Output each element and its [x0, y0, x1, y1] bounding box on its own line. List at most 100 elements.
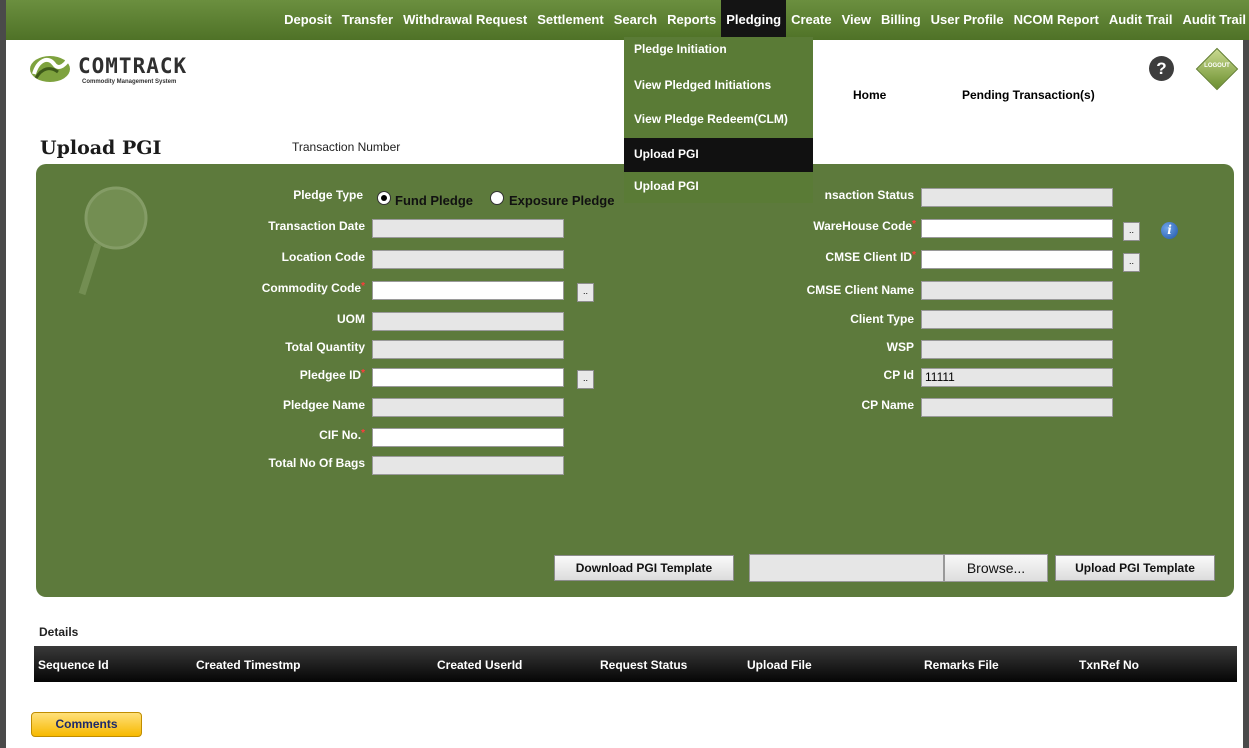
nav-item-view[interactable]: View — [837, 0, 876, 40]
transaction-date-field — [372, 219, 564, 238]
column-created-timestamp[interactable]: Created Timestmp — [196, 658, 300, 672]
logo-swirl-icon — [30, 56, 70, 82]
nav-item-audit-trail-2[interactable]: Audit Trail — [1177, 0, 1249, 40]
top-nav: Deposit Transfer Withdrawal Request Sett… — [6, 0, 1249, 40]
cmse-client-id-input[interactable] — [921, 250, 1113, 269]
nav-item-billing[interactable]: Billing — [876, 0, 926, 40]
cp-id-label: CP Id — [883, 368, 914, 382]
commodity-code-lookup-button[interactable]: .. — [577, 283, 594, 302]
nav-item-reports[interactable]: Reports — [662, 0, 721, 40]
browse-button[interactable]: Browse... — [944, 554, 1048, 582]
wsp-label: WSP — [886, 340, 914, 354]
total-quantity-label: Total Quantity — [285, 340, 365, 354]
pledgee-name-field — [372, 398, 564, 417]
uom-field — [372, 312, 564, 331]
comments-button[interactable]: Comments — [31, 712, 142, 737]
location-code-label: Location Code — [281, 250, 365, 264]
column-remarks-file[interactable]: Remarks File — [924, 658, 999, 672]
cmse-client-id-label: CMSE Client ID* — [706, 250, 916, 264]
comtrack-logo: COMTRACK Commodity Management System — [28, 50, 248, 90]
top-nav-items: Deposit Transfer Withdrawal Request Sett… — [279, 0, 1249, 40]
transaction-date-label: Transaction Date — [268, 219, 365, 233]
column-sequence-id[interactable]: Sequence Id — [38, 658, 109, 672]
download-pgi-template-button[interactable]: Download PGI Template — [554, 555, 734, 581]
cmse-client-name-label: CMSE Client Name — [806, 283, 914, 297]
cif-no-label: CIF No.* — [206, 428, 365, 442]
nav-item-search[interactable]: Search — [609, 0, 662, 40]
nav-item-pledging[interactable]: Pledging — [721, 0, 787, 40]
client-type-label: Client Type — [850, 312, 914, 326]
logout-diamond-icon — [1195, 47, 1239, 91]
pledgee-id-label: Pledgee ID* — [206, 368, 365, 382]
nav-item-withdrawal-request[interactable]: Withdrawal Request — [398, 0, 532, 40]
info-icon[interactable]: i — [1161, 222, 1178, 239]
logout-button[interactable]: LOGOUT — [1195, 47, 1239, 91]
home-link[interactable]: Home — [853, 88, 886, 102]
warehouse-code-label: WareHouse Code* — [706, 219, 916, 233]
nav-item-user-profile[interactable]: User Profile — [926, 0, 1009, 40]
warehouse-code-lookup-button[interactable]: .. — [1123, 222, 1140, 241]
uom-label: UOM — [337, 312, 365, 326]
cif-no-input[interactable] — [372, 428, 564, 447]
nav-item-audit-trail[interactable]: Audit Trail — [1104, 0, 1178, 40]
cp-name-label: CP Name — [861, 398, 914, 412]
fund-pledge-radio[interactable] — [377, 191, 391, 205]
cif-no-label-text: CIF No. — [319, 428, 362, 442]
pledgee-id-label-text: Pledgee ID — [299, 368, 362, 382]
cmse-client-id-lookup-button[interactable]: .. — [1123, 253, 1140, 272]
required-marker: * — [912, 250, 916, 261]
cp-name-field — [921, 398, 1113, 417]
cp-id-field: 11111 — [921, 368, 1113, 387]
menu-item-pledge-initiation[interactable]: Pledge Initiation — [624, 42, 813, 74]
column-txnref-no[interactable]: TxnRef No — [1079, 658, 1139, 672]
column-upload-file[interactable]: Upload File — [747, 658, 812, 672]
required-marker: * — [361, 368, 365, 379]
pledge-type-label: Pledge Type — [293, 188, 363, 202]
upload-pgi-template-button[interactable]: Upload PGI Template — [1055, 555, 1215, 581]
wsp-field — [921, 340, 1113, 359]
logout-label: LOGOUT — [1204, 63, 1230, 69]
page-title: Upload PGI — [40, 137, 162, 159]
exposure-pledge-label: Exposure Pledge — [509, 193, 615, 208]
menu-item-upload-pgi[interactable]: Upload PGI — [624, 138, 813, 172]
details-table-header: Sequence Id Created Timestmp Created Use… — [34, 646, 1237, 682]
menu-item-upload-pgi-2[interactable]: Upload PGI — [624, 179, 813, 211]
magnifier-watermark-icon — [78, 186, 148, 296]
commodity-code-label-text: Commodity Code — [261, 281, 362, 295]
location-code-field — [372, 250, 564, 269]
column-created-userid[interactable]: Created UserId — [437, 658, 522, 672]
required-marker: * — [912, 219, 916, 230]
nav-item-transfer[interactable]: Transfer — [337, 0, 398, 40]
commodity-code-label: Commodity Code* — [206, 281, 365, 295]
logo-brand-text: COMTRACK — [78, 54, 188, 78]
total-quantity-field — [372, 340, 564, 359]
app-frame: Deposit Transfer Withdrawal Request Sett… — [0, 0, 1249, 748]
cmse-client-id-label-text: CMSE Client ID — [825, 250, 913, 264]
nav-item-create[interactable]: Create — [786, 0, 836, 40]
nav-item-settlement[interactable]: Settlement — [532, 0, 608, 40]
help-icon[interactable]: ? — [1149, 56, 1174, 81]
warehouse-code-input[interactable] — [921, 219, 1113, 238]
cmse-client-name-field — [921, 281, 1113, 300]
total-bags-field — [372, 456, 564, 475]
nav-item-deposit[interactable]: Deposit — [279, 0, 337, 40]
total-bags-label: Total No Of Bags — [268, 456, 365, 470]
nav-item-ncom-report[interactable]: NCOM Report — [1009, 0, 1104, 40]
transaction-status-field — [921, 188, 1113, 207]
pledgee-id-lookup-button[interactable]: .. — [577, 370, 594, 389]
client-type-field — [921, 310, 1113, 329]
file-path-input[interactable] — [749, 554, 944, 582]
required-marker: * — [361, 428, 365, 439]
commodity-code-input[interactable] — [372, 281, 564, 300]
menu-item-view-pledged-initiations[interactable]: View Pledged Initiations — [624, 78, 813, 110]
details-heading: Details — [39, 625, 79, 639]
pending-transactions-link[interactable]: Pending Transaction(s) — [962, 88, 1095, 102]
transaction-number-label: Transaction Number — [292, 140, 401, 154]
pledgee-id-input[interactable] — [372, 368, 564, 387]
required-marker: * — [361, 281, 365, 292]
exposure-pledge-radio[interactable] — [490, 191, 504, 205]
fund-pledge-label: Fund Pledge — [395, 193, 473, 208]
logo-tagline: Commodity Management System — [82, 79, 177, 85]
column-request-status[interactable]: Request Status — [600, 658, 687, 672]
pledgee-name-label: Pledgee Name — [282, 398, 365, 412]
